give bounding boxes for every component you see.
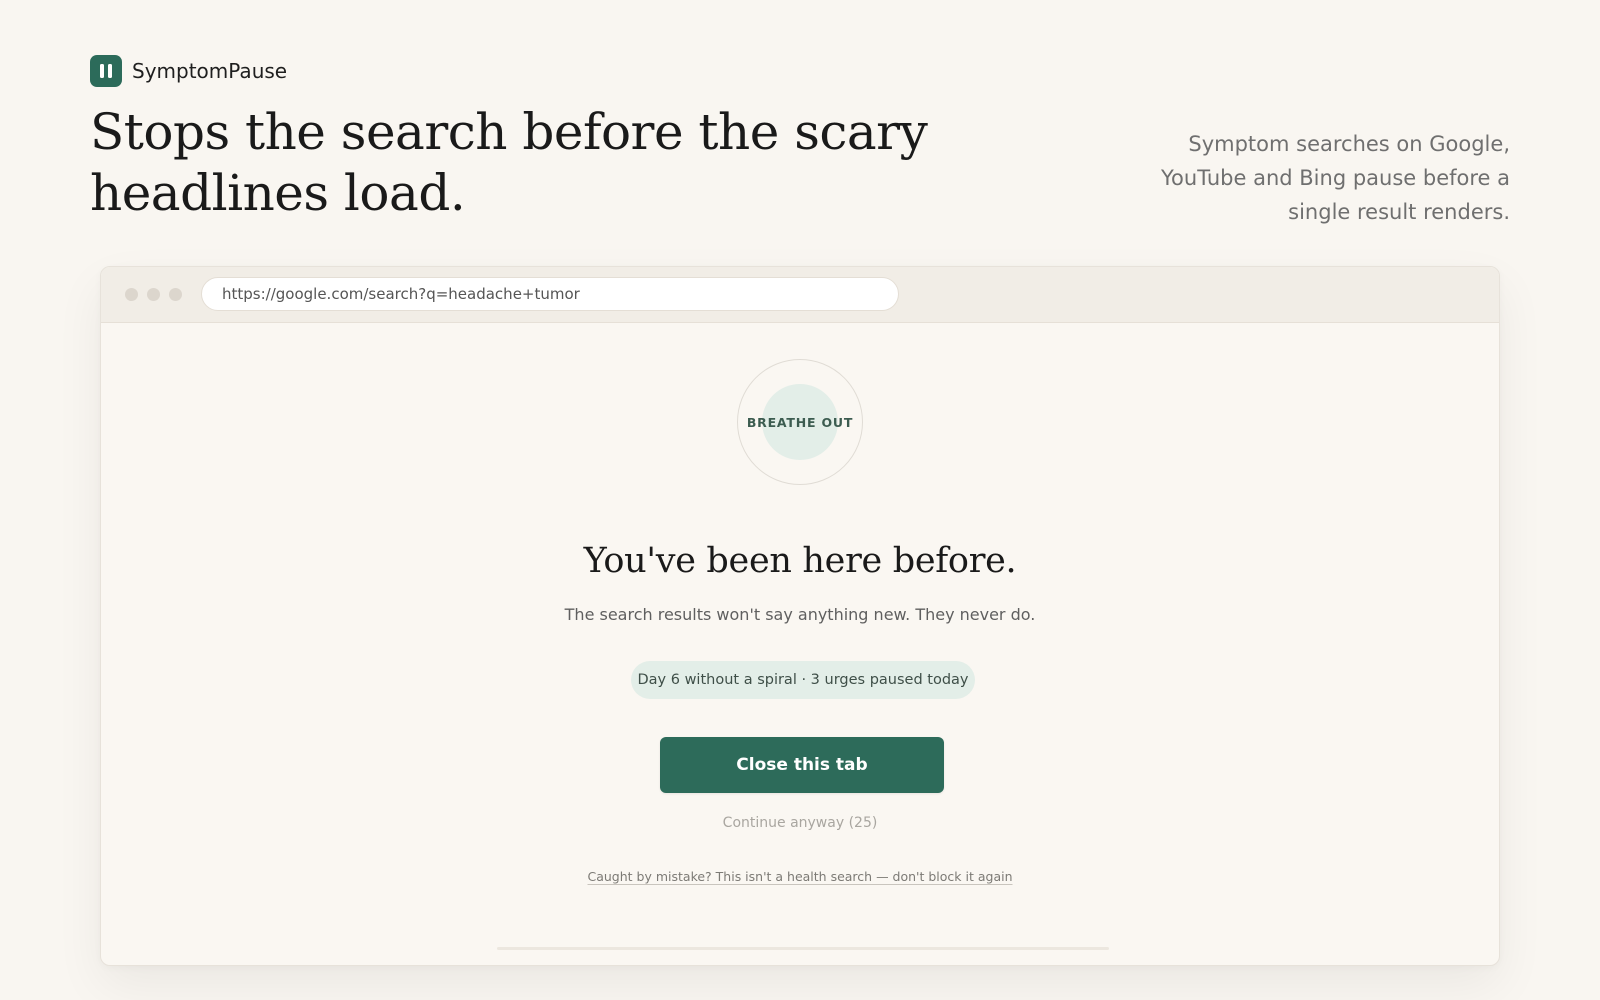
pause-bar-right bbox=[108, 64, 112, 78]
landing-page: SymptomPause Stops the search before the… bbox=[0, 0, 1600, 1000]
interstitial-title: You've been here before. bbox=[583, 541, 1017, 581]
pause-icon bbox=[90, 55, 122, 87]
interstitial-subtitle: The search results won't say anything ne… bbox=[564, 605, 1036, 624]
pause-bar-left bbox=[100, 64, 104, 78]
brand-name: SymptomPause bbox=[132, 59, 288, 83]
brand[interactable]: SymptomPause bbox=[90, 55, 287, 87]
interstitial-panel: BREATHE OUT You've been here before. The… bbox=[101, 323, 1499, 965]
window-controls bbox=[125, 288, 182, 301]
close-dot-icon bbox=[125, 288, 138, 301]
hero-headline: Stops the search before the scary headli… bbox=[90, 103, 928, 222]
browser-mockup: https://google.com/search?q=headache+tum… bbox=[100, 266, 1500, 966]
address-bar[interactable]: https://google.com/search?q=headache+tum… bbox=[201, 277, 899, 311]
close-tab-button[interactable]: Close this tab bbox=[660, 737, 944, 793]
not-health-search-link[interactable]: Caught by mistake? This isn't a health s… bbox=[101, 869, 1499, 884]
continue-anyway-link[interactable]: Continue anyway (25) bbox=[101, 815, 1499, 831]
maximize-dot-icon bbox=[169, 288, 182, 301]
browser-toolbar: https://google.com/search?q=headache+tum… bbox=[101, 267, 1499, 323]
minimize-dot-icon bbox=[147, 288, 160, 301]
streak-badge: Day 6 without a spiral · 3 urges paused … bbox=[631, 661, 975, 699]
hero-tagline: Symptom searches on Google, YouTube and … bbox=[1161, 132, 1510, 224]
breathe-label: BREATHE OUT bbox=[746, 414, 854, 430]
breathe-indicator: BREATHE OUT bbox=[737, 359, 863, 485]
breathe-circle: BREATHE OUT bbox=[747, 384, 852, 460]
progress-track bbox=[497, 947, 1109, 950]
